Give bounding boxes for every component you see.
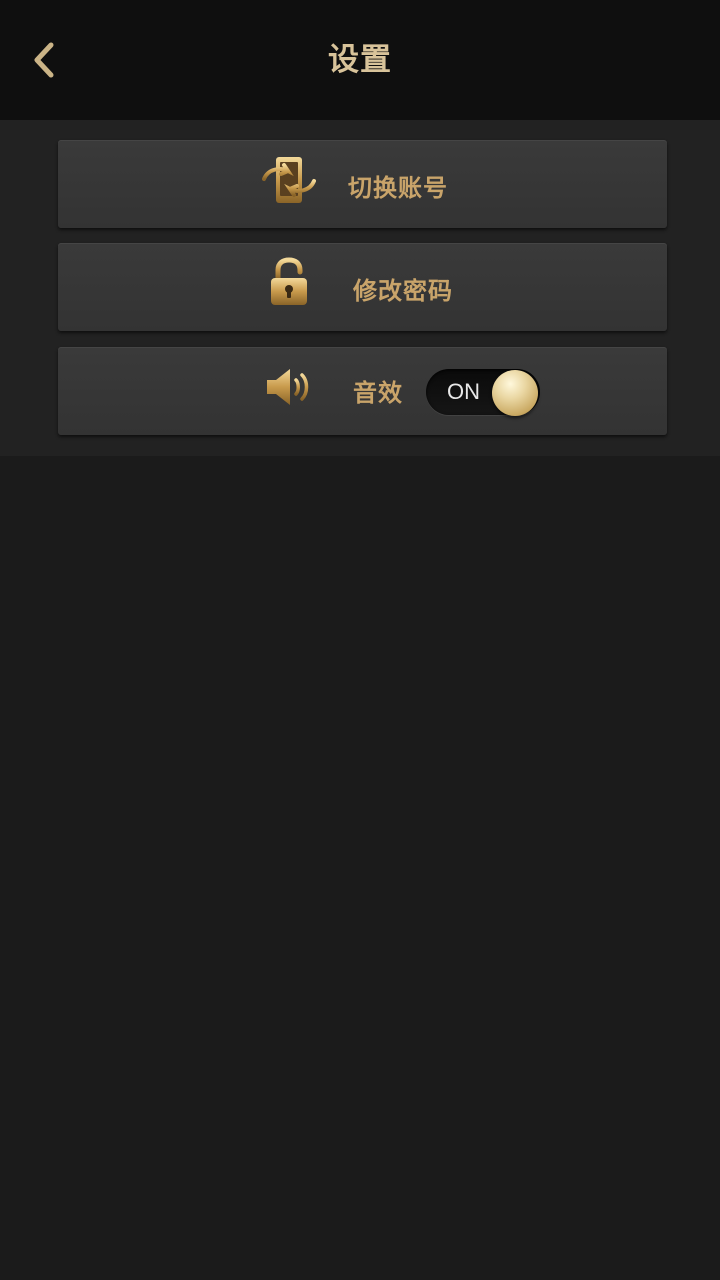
unlocked-padlock-icon: [271, 257, 307, 305]
switch-account-label: 切换账号: [348, 174, 448, 202]
settings-panel: 切换账号 修改密码 音效 ON: [0, 120, 720, 456]
speaker-icon: [267, 369, 309, 405]
switch-account-icon: [262, 157, 316, 203]
sound-effects-toggle[interactable]: ON: [426, 369, 540, 416]
sound-effects-row: 音效 ON: [58, 347, 667, 435]
page-title: 设置: [328, 42, 392, 78]
switch-account-row[interactable]: 切换账号: [58, 140, 667, 228]
change-password-label: 修改密码: [353, 277, 453, 305]
sound-effects-label: 音效: [353, 379, 403, 407]
toggle-knob[interactable]: [492, 370, 538, 416]
change-password-row[interactable]: 修改密码: [58, 243, 667, 331]
toggle-state-text: ON: [447, 379, 480, 404]
header-bar: 设置: [0, 0, 720, 120]
